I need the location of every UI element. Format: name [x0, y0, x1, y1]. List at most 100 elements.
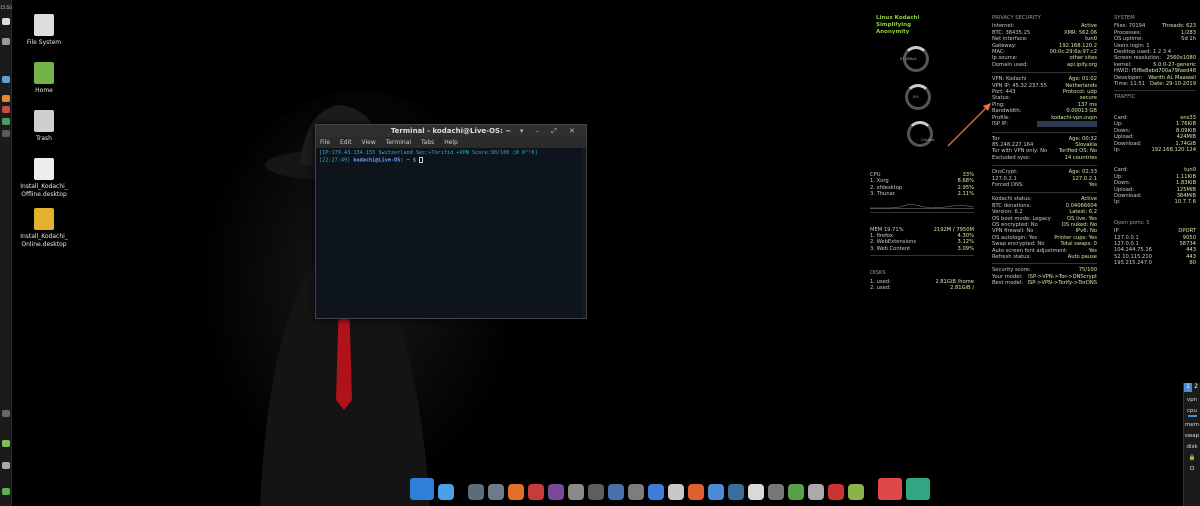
- window-controls[interactable]: ▾ – ⤢ ✕: [520, 127, 580, 136]
- desktop-icon-label: File System: [26, 39, 62, 46]
- disk-label: 2. used:: [870, 285, 891, 292]
- workspace-2[interactable]: 2: [1192, 383, 1200, 392]
- menu-view[interactable]: View: [362, 139, 376, 146]
- kodachi-icon-2[interactable]: [488, 484, 504, 500]
- app-icon-8[interactable]: [608, 484, 624, 500]
- tor-icon[interactable]: [548, 484, 564, 500]
- logo-title: Linux Kodachi: [876, 15, 920, 21]
- tor-row-value: 14 countries: [1064, 154, 1097, 161]
- app-launcher-icon[interactable]: [2, 95, 10, 102]
- terminal-titlebar[interactable]: Terminal - kodachi@Live-OS: ~ ▾ – ⤢ ✕: [316, 125, 586, 137]
- tools-icon[interactable]: [568, 484, 584, 500]
- divider: [870, 255, 974, 257]
- desktop-icon-trash[interactable]: Trash: [9, 110, 79, 143]
- app-icon-9[interactable]: [628, 484, 644, 500]
- menu-help[interactable]: Help: [444, 139, 458, 146]
- privacy-title: PRIVACY SECURITY: [992, 15, 1041, 21]
- app-icon-20[interactable]: [848, 484, 864, 500]
- shield-icon[interactable]: [528, 484, 544, 500]
- divider: [992, 131, 1097, 133]
- kodachi-row: Refresh status: Auto pause: [992, 254, 1097, 260]
- cpu-monitor-bar: [1187, 415, 1197, 417]
- menu-file[interactable]: File: [320, 139, 330, 146]
- app-icon-14[interactable]: [728, 484, 744, 500]
- tray-icon-2[interactable]: [2, 440, 10, 447]
- terminal-status-line: [IP:179.43.134.155 Switzerland Sec:+Tori…: [319, 150, 538, 156]
- firefox-icon[interactable]: [508, 484, 524, 500]
- script-icon[interactable]: [588, 484, 604, 500]
- vpn-row-value: [1037, 121, 1097, 128]
- cpu-graph: [870, 200, 975, 209]
- terminal-scrollbar[interactable]: [582, 148, 585, 318]
- proc-name: 3. Thunar: [870, 191, 895, 198]
- tor-row: Excluded syss: 14 countries: [992, 155, 1097, 161]
- disk-value: 2.81GiB /: [950, 285, 974, 292]
- app-icon-15[interactable]: [748, 484, 764, 500]
- power-icon[interactable]: ⏻: [1184, 466, 1200, 473]
- system-row-value: 5d 1h: [1181, 36, 1196, 43]
- divider: [992, 165, 1097, 167]
- tray-icon-4[interactable]: [2, 488, 10, 495]
- cpu-graph-line: [870, 203, 975, 208]
- install-online-icon: [34, 208, 54, 230]
- desktop-icon-label: Home: [35, 87, 53, 94]
- privacy-row-label: Domain used:: [992, 61, 1029, 68]
- prompt-time: [22:27:49]: [319, 157, 351, 164]
- magnifier-icon[interactable]: [438, 484, 454, 500]
- terminal-window[interactable]: Terminal - kodachi@Live-OS: ~ ▾ – ⤢ ✕ Fi…: [315, 124, 587, 319]
- cpu-proc-row: 3. Thunar 2.11%: [870, 191, 974, 197]
- vpn-row: ISP IP:: [992, 121, 1097, 128]
- traffic-row-value: 192.168.120.124: [1151, 146, 1196, 153]
- menu-tabs[interactable]: Tabs: [421, 139, 434, 146]
- arrow-annotation: [947, 103, 991, 147]
- app-icon-12[interactable]: [688, 484, 704, 500]
- app-icon-17[interactable]: [788, 484, 804, 500]
- menu-edit[interactable]: Edit: [340, 139, 352, 146]
- vpn-shield-icon[interactable]: [906, 478, 930, 500]
- system-row-label: Time: 11:51: [1114, 81, 1146, 88]
- app-icon-10[interactable]: [648, 484, 664, 500]
- proc-name: 3. Web Content: [870, 245, 911, 252]
- prompt-path: ~ $: [406, 157, 416, 164]
- tor-row-label: Excluded syss:: [992, 154, 1031, 161]
- file-system-icon: [34, 14, 54, 36]
- terminal-output[interactable]: [IP:179.43.134.155 Switzerland Sec:+Tori…: [316, 148, 586, 167]
- kodachi-icon-1[interactable]: [468, 484, 484, 500]
- desktop-icon-install-online[interactable]: Install_Kodachi_ Online.desktop: [9, 208, 79, 249]
- signal-icon[interactable]: [878, 478, 902, 500]
- desktop-icon-install-offline[interactable]: Install_Kodachi_ Offline.desktop: [9, 158, 79, 199]
- workspace-1[interactable]: 1: [1184, 383, 1192, 392]
- disk-monitor-label: disk: [1186, 444, 1198, 450]
- port-row-label: 195.215.247.0: [1114, 260, 1152, 267]
- disk-row: 2. used: 2.81GiB /: [870, 285, 974, 291]
- app-icon-18[interactable]: [808, 484, 824, 500]
- menu-terminal[interactable]: Terminal: [386, 139, 411, 146]
- logo-subtitle: Simplifying Anonymity: [876, 22, 912, 35]
- lock-icon[interactable]: 🔒: [1184, 455, 1200, 461]
- vpn-row-label: ISP IP:: [992, 121, 1009, 128]
- app-icon-13[interactable]: [708, 484, 724, 500]
- app-icon-16[interactable]: [768, 484, 784, 500]
- open-ports-label: Open ports: 5: [1114, 219, 1150, 226]
- divider: [1114, 90, 1196, 92]
- dns-row-value: Yes: [1088, 181, 1097, 188]
- desktop-icon-file-system[interactable]: File System: [9, 14, 79, 47]
- tray-icon-3[interactable]: [2, 462, 10, 469]
- screen-icon[interactable]: [410, 478, 434, 500]
- tray-icon-1[interactable]: [2, 410, 10, 417]
- install-offline-icon: [34, 158, 54, 180]
- desktop-icon-label: Trash: [36, 135, 52, 142]
- terminal-cursor: [418, 157, 423, 163]
- right-panel: 1 2 vpn cpu mem swap disk 🔒 ⏻: [1183, 383, 1200, 506]
- security-row-value: ISP->VPN->Torify->TorDNS: [1027, 280, 1097, 287]
- dns-row-label: Forced DNS:: [992, 181, 1024, 188]
- cpu-mem-disk-panel: CPU 33% 1. Xorg 8.68% 2. xfdesktop 2.95% 3.…: [870, 172, 975, 291]
- port-row: 195.215.247.0 80: [1114, 260, 1196, 266]
- panel-clock: 15:50: [0, 5, 12, 10]
- app-icon-11[interactable]: [668, 484, 684, 500]
- security-row: Best model: ISP->VPN->Torify->TorDNS: [992, 280, 1097, 286]
- app-icon-19[interactable]: [828, 484, 844, 500]
- desktop-icon-home[interactable]: Home: [9, 62, 79, 95]
- workspace-switcher[interactable]: 1 2: [1184, 383, 1200, 392]
- system-row-value: Date: 29-10-2019: [1150, 81, 1196, 88]
